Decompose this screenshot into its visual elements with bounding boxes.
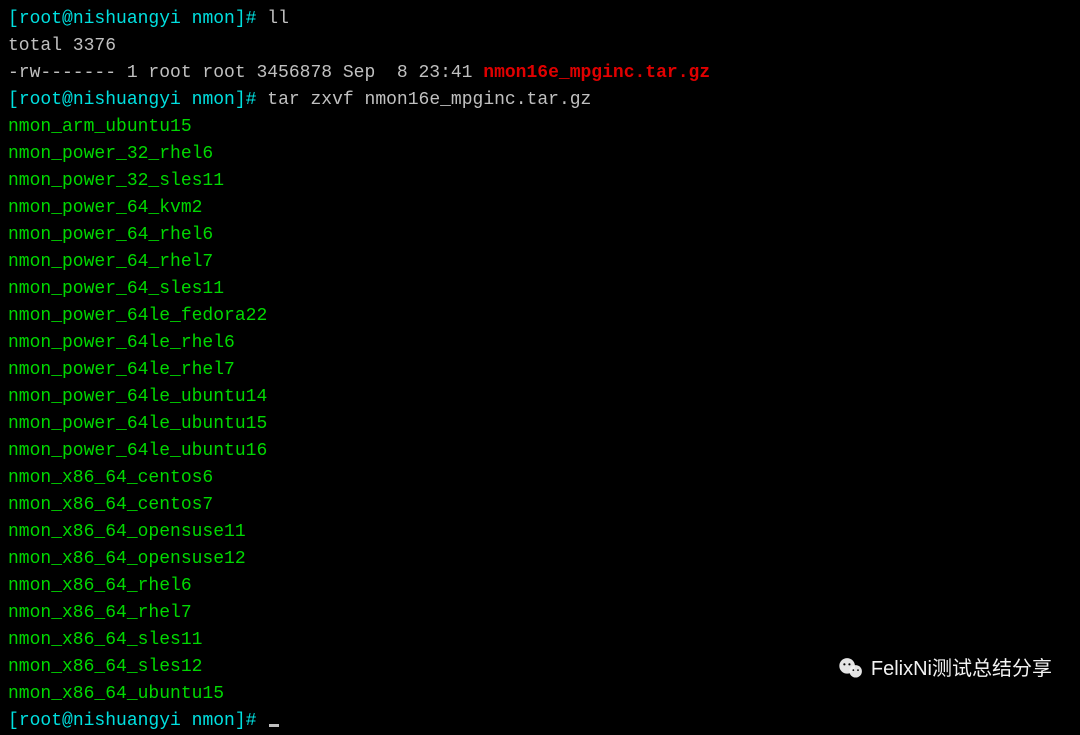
prompt-dir: nmon	[192, 90, 235, 110]
tar-file-line: nmon_x86_64_ubuntu15	[8, 681, 1072, 708]
prompt-user-host: root@nishuangyi	[19, 90, 181, 110]
ll-total: total 3376	[8, 36, 116, 56]
tar-output-file: nmon_power_64le_rhel7	[8, 360, 235, 380]
tar-output-file: nmon_power_64le_rhel6	[8, 333, 235, 353]
tar-file-line: nmon_x86_64_sles11	[8, 627, 1072, 654]
tar-output-file: nmon_x86_64_rhel7	[8, 603, 192, 623]
tar-file-line: nmon_power_64_rhel7	[8, 249, 1072, 276]
tar-file-line: nmon_x86_64_sles12	[8, 654, 1072, 681]
prompt-dir: nmon	[192, 9, 235, 29]
tar-file-line: nmon_arm_ubuntu15	[8, 114, 1072, 141]
tar-output-file: nmon_x86_64_rhel6	[8, 576, 192, 596]
tar-output-file: nmon_power_32_rhel6	[8, 144, 213, 164]
tar-file-line: nmon_power_64le_fedora22	[8, 303, 1072, 330]
command-tar: tar zxvf nmon16e_mpginc.tar.gz	[267, 90, 591, 110]
tar-output-file: nmon_power_64_rhel6	[8, 225, 213, 245]
prompt-user-host: root@nishuangyi	[19, 711, 181, 731]
tar-file-line: nmon_power_64_sles11	[8, 276, 1072, 303]
prompt-trailing	[256, 90, 267, 110]
tar-output-file: nmon_x86_64_centos6	[8, 468, 213, 488]
prompt-dir: nmon	[192, 711, 235, 731]
prompt-trailing	[256, 9, 267, 29]
tar-output-file: nmon_power_64le_ubuntu15	[8, 414, 267, 434]
tar-file-line: nmon_x86_64_centos6	[8, 465, 1072, 492]
tar-output-file: nmon_power_32_sles11	[8, 171, 224, 191]
tar-output-file: nmon_power_64le_ubuntu16	[8, 441, 267, 461]
tar-output-file: nmon_power_64_kvm2	[8, 198, 202, 218]
tar-file-line: nmon_power_64le_rhel6	[8, 330, 1072, 357]
ll-total-line: total 3376	[8, 33, 1072, 60]
tar-file-line: nmon_power_64le_ubuntu14	[8, 384, 1072, 411]
prompt-close: ]#	[235, 90, 257, 110]
ll-entry-line: -rw------- 1 root root 3456878 Sep 8 23:…	[8, 60, 1072, 87]
tar-output-file: nmon_power_64le_fedora22	[8, 306, 267, 326]
tar-file-line: nmon_power_64_rhel6	[8, 222, 1072, 249]
tar-file-line: nmon_power_32_rhel6	[8, 141, 1072, 168]
tar-output-file: nmon_arm_ubuntu15	[8, 117, 192, 137]
prompt-bracket: [	[8, 711, 19, 731]
tar-file-line: nmon_x86_64_opensuse11	[8, 519, 1072, 546]
tar-output-file: nmon_power_64le_ubuntu14	[8, 387, 267, 407]
ll-entry-file: nmon16e_mpginc.tar.gz	[483, 63, 710, 83]
tar-file-line: nmon_x86_64_rhel6	[8, 573, 1072, 600]
tar-output-file: nmon_power_64_rhel7	[8, 252, 213, 272]
prompt-close: ]#	[235, 711, 257, 731]
command-ll: ll	[267, 9, 289, 29]
tar-output-file: nmon_x86_64_ubuntu15	[8, 684, 224, 704]
prompt-line-ll: [root@nishuangyi nmon]# ll	[8, 6, 1072, 33]
prompt-trailing	[256, 711, 267, 731]
cursor[interactable]	[269, 724, 279, 727]
prompt-bracket: [	[8, 90, 19, 110]
prompt-space	[181, 9, 192, 29]
tar-file-line: nmon_x86_64_rhel7	[8, 600, 1072, 627]
tar-output-file: nmon_x86_64_sles12	[8, 657, 202, 677]
tar-output-file: nmon_x86_64_sles11	[8, 630, 202, 650]
terminal-output[interactable]: [root@nishuangyi nmon]# lltotal 3376-rw-…	[8, 6, 1072, 735]
tar-file-line: nmon_x86_64_centos7	[8, 492, 1072, 519]
tar-file-line: nmon_power_64le_ubuntu16	[8, 438, 1072, 465]
ll-entry-meta: -rw------- 1 root root 3456878 Sep 8 23:…	[8, 63, 483, 83]
tar-output-file: nmon_power_64_sles11	[8, 279, 224, 299]
tar-file-line: nmon_power_64le_rhel7	[8, 357, 1072, 384]
tar-output-file: nmon_x86_64_centos7	[8, 495, 213, 515]
prompt-line-tar: [root@nishuangyi nmon]# tar zxvf nmon16e…	[8, 87, 1072, 114]
prompt-close: ]#	[235, 9, 257, 29]
tar-file-line: nmon_power_64_kvm2	[8, 195, 1072, 222]
prompt-space	[181, 90, 192, 110]
tar-output-file: nmon_x86_64_opensuse12	[8, 549, 246, 569]
prompt-user-host: root@nishuangyi	[19, 9, 181, 29]
tar-file-line: nmon_power_64le_ubuntu15	[8, 411, 1072, 438]
prompt-space	[181, 711, 192, 731]
prompt-line-empty: [root@nishuangyi nmon]#	[8, 708, 1072, 735]
tar-file-line: nmon_power_32_sles11	[8, 168, 1072, 195]
prompt-bracket: [	[8, 9, 19, 29]
tar-file-line: nmon_x86_64_opensuse12	[8, 546, 1072, 573]
tar-output-file: nmon_x86_64_opensuse11	[8, 522, 246, 542]
